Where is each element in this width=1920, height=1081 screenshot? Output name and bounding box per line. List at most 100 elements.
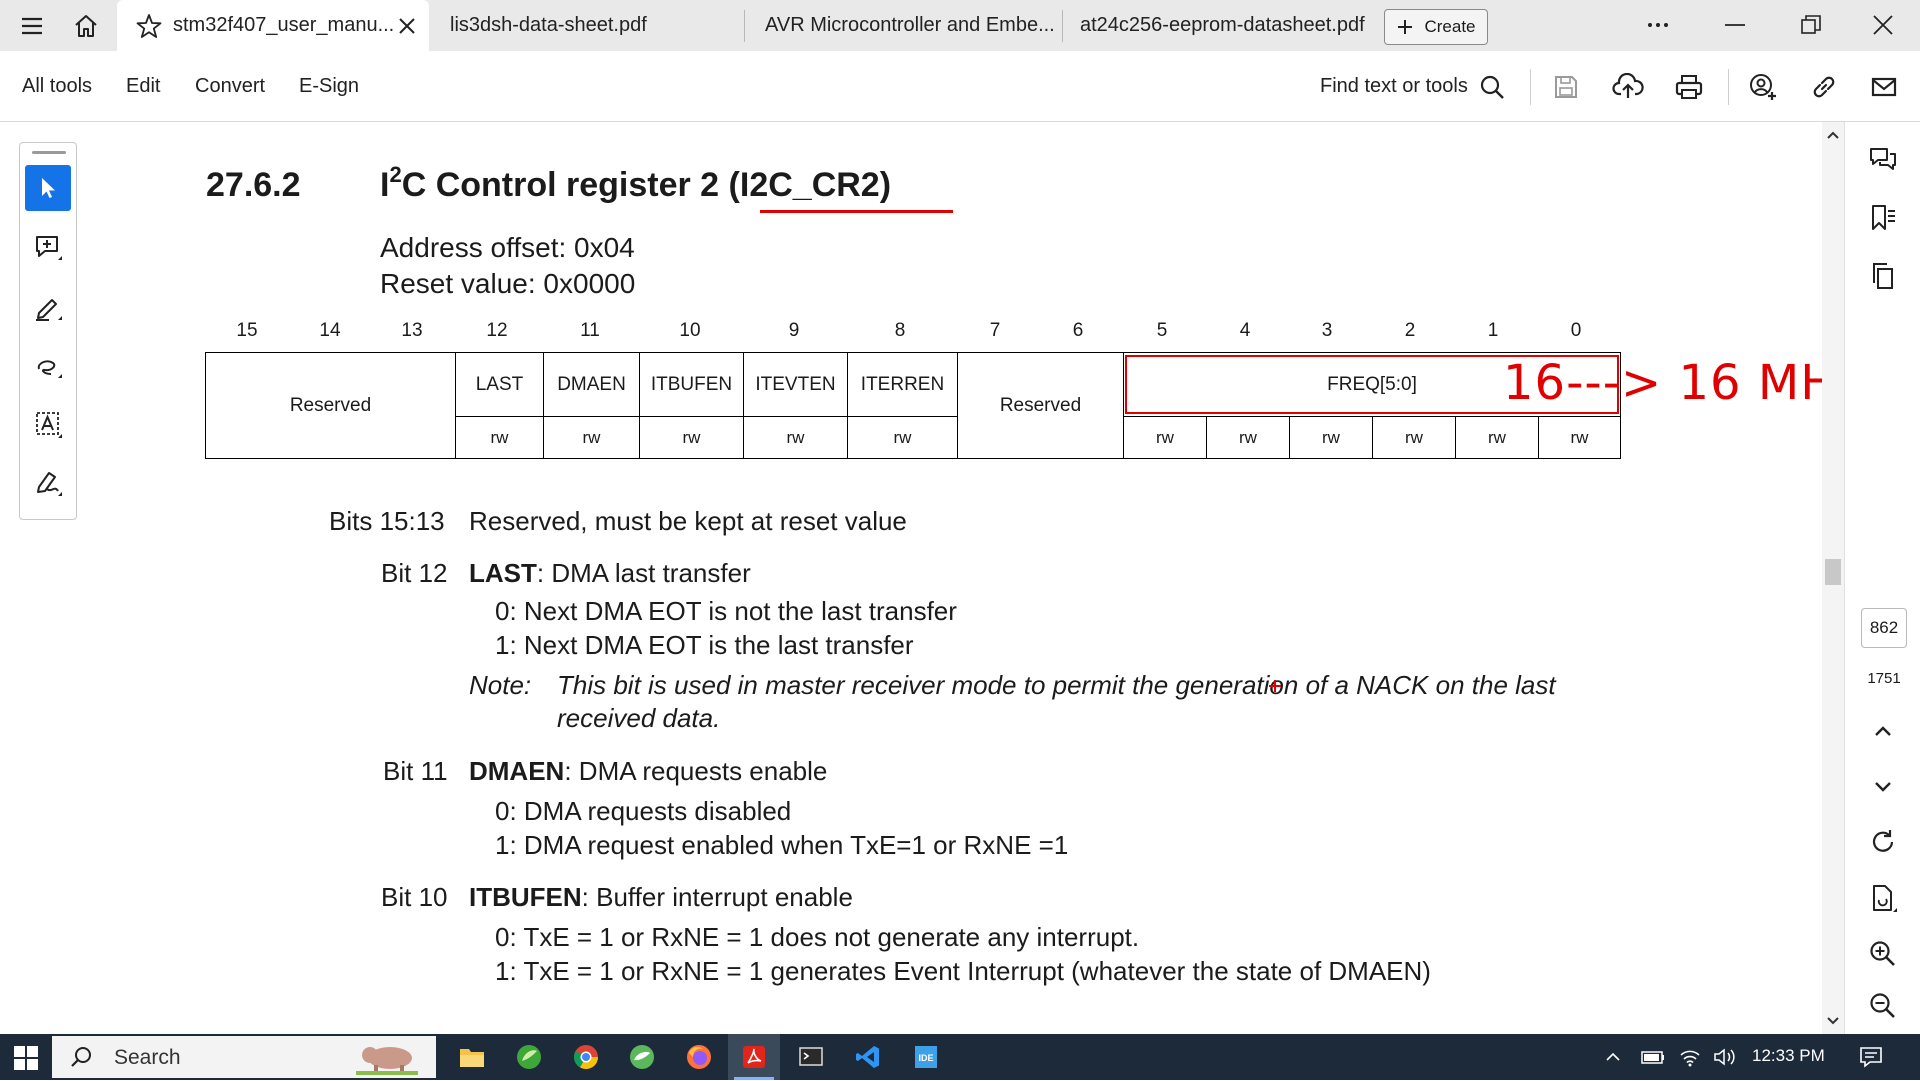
star-icon[interactable] bbox=[135, 12, 163, 40]
bit-number: 2 bbox=[1404, 320, 1416, 341]
tab-stm32f407-user-manual[interactable]: stm32f407_user_manu... bbox=[117, 0, 429, 51]
tab-label: AVR Microcontroller and Embe... bbox=[765, 14, 1055, 36]
app-green-swirl-icon[interactable] bbox=[626, 1041, 658, 1073]
bit11-heading: DMAEN: DMA requests enable bbox=[469, 756, 827, 787]
tab-divider bbox=[1062, 10, 1063, 42]
current-page-box[interactable]: 862 bbox=[1861, 608, 1907, 648]
tab-label: lis3dsh-data-sheet.pdf bbox=[450, 14, 647, 36]
close-tab-icon[interactable] bbox=[397, 16, 417, 36]
next-page-icon[interactable] bbox=[1865, 768, 1901, 804]
battery-icon[interactable] bbox=[1640, 1046, 1666, 1068]
home-icon[interactable] bbox=[72, 12, 100, 40]
search-icon[interactable] bbox=[1474, 69, 1510, 105]
menu-convert[interactable]: Convert bbox=[195, 75, 265, 98]
comments-panel-icon[interactable] bbox=[1865, 142, 1901, 178]
acrobat-reader-icon[interactable] bbox=[738, 1041, 770, 1073]
zoom-out-icon[interactable] bbox=[1865, 988, 1901, 1024]
previous-page-icon[interactable] bbox=[1865, 714, 1901, 750]
bit12-heading: LAST: DMA last transfer bbox=[469, 558, 751, 589]
section-number: 27.6.2 bbox=[206, 166, 301, 204]
document-viewport[interactable]: 27.6.2 I2C Control register 2 (I2C_CR2) … bbox=[0, 122, 1822, 1034]
sign-tool-button[interactable] bbox=[25, 459, 71, 505]
highlight-tool-button[interactable] bbox=[25, 285, 71, 331]
bit-number: 10 bbox=[679, 320, 701, 341]
share-user-icon[interactable] bbox=[1745, 69, 1781, 105]
access-rw: rw bbox=[1289, 416, 1373, 459]
cursor-arrow-icon bbox=[42, 178, 55, 198]
create-button[interactable]: Create bbox=[1384, 9, 1488, 45]
tab-at24c256-eeprom[interactable]: at24c256-eeprom-datasheet.pdf bbox=[1080, 0, 1370, 51]
chrome-icon[interactable] bbox=[570, 1041, 602, 1073]
taskbar-search-box[interactable]: Search bbox=[52, 1036, 436, 1078]
add-comment-tool-button[interactable] bbox=[25, 225, 71, 271]
scroll-down-icon[interactable] bbox=[1826, 1014, 1840, 1026]
freehand-draw-icon bbox=[37, 360, 62, 378]
notifications-icon[interactable] bbox=[1858, 1044, 1884, 1070]
tab-avr-microcontroller[interactable]: AVR Microcontroller and Embe... bbox=[765, 0, 1065, 51]
scroll-up-icon[interactable] bbox=[1826, 128, 1840, 140]
vertical-scrollbar[interactable] bbox=[1822, 122, 1844, 1034]
comment-plus-icon bbox=[36, 236, 62, 260]
title-register-code: (I2C_CR2) bbox=[728, 166, 892, 204]
bit12-name: LAST bbox=[469, 558, 537, 588]
restore-icon[interactable] bbox=[1798, 12, 1824, 38]
access-rw: rw bbox=[1123, 416, 1207, 459]
create-label: Create bbox=[1424, 17, 1476, 36]
minimize-icon[interactable] bbox=[1722, 12, 1748, 38]
page-tools-icon[interactable] bbox=[1865, 880, 1901, 916]
field-reserved-low: Reserved bbox=[957, 352, 1124, 459]
app-green-leaf-icon[interactable] bbox=[513, 1041, 545, 1073]
access-rw: rw bbox=[1372, 416, 1456, 459]
crosshair-cursor-icon bbox=[1269, 679, 1281, 692]
tab-label: stm32f407_user_manu... bbox=[173, 14, 395, 36]
bit-number: 12 bbox=[486, 320, 508, 341]
cloud-upload-icon[interactable] bbox=[1610, 69, 1646, 105]
hamburger-menu-icon[interactable] bbox=[18, 13, 46, 39]
wifi-icon[interactable] bbox=[1678, 1046, 1702, 1068]
tab-lis3dsh-datasheet[interactable]: lis3dsh-data-sheet.pdf bbox=[450, 0, 740, 51]
zoom-in-icon[interactable] bbox=[1865, 936, 1901, 972]
menu-all-tools[interactable]: All tools bbox=[22, 75, 92, 98]
svg-text:IDE: IDE bbox=[918, 1053, 933, 1063]
windows-start-icon[interactable] bbox=[12, 1044, 40, 1072]
menu-esign[interactable]: E-Sign bbox=[299, 75, 359, 98]
link-icon[interactable] bbox=[1806, 69, 1842, 105]
volume-icon[interactable] bbox=[1712, 1046, 1738, 1068]
firefox-icon[interactable] bbox=[683, 1041, 715, 1073]
current-page-number: 862 bbox=[1869, 618, 1899, 637]
stm32cube-ide-icon[interactable]: IDE bbox=[910, 1041, 942, 1073]
scroll-thumb[interactable] bbox=[1825, 559, 1841, 585]
menu-edit[interactable]: Edit bbox=[126, 75, 160, 98]
file-explorer-icon[interactable] bbox=[456, 1041, 488, 1073]
bit12-label: Bit 12 bbox=[381, 558, 448, 588]
title-sup: 2 bbox=[389, 162, 402, 187]
email-icon[interactable] bbox=[1866, 69, 1902, 105]
tab-bar: stm32f407_user_manu... lis3dsh-data-shee… bbox=[0, 0, 1920, 51]
toolbar-divider bbox=[1728, 69, 1729, 105]
access-rw: rw bbox=[639, 416, 744, 459]
select-tool-button[interactable] bbox=[25, 165, 71, 211]
bookmarks-panel-icon[interactable] bbox=[1865, 200, 1901, 236]
clock-time[interactable]: 12:33 PM bbox=[1752, 1046, 1825, 1066]
pages-panel-icon[interactable] bbox=[1865, 258, 1901, 294]
save-icon[interactable] bbox=[1548, 69, 1584, 105]
show-hidden-icons-icon[interactable] bbox=[1604, 1048, 1622, 1066]
rotate-icon[interactable] bbox=[1865, 824, 1901, 860]
right-side-panel: 862 1751 bbox=[1844, 122, 1920, 1034]
more-options-icon[interactable] bbox=[1643, 12, 1673, 38]
panel-drag-handle[interactable] bbox=[32, 151, 66, 154]
reset-value: Reset value: 0x0000 bbox=[380, 268, 636, 299]
taskbar-search-label: Search bbox=[114, 1046, 181, 1069]
print-icon[interactable] bbox=[1671, 69, 1707, 105]
bit-number: 0 bbox=[1570, 320, 1582, 341]
draw-tool-button[interactable] bbox=[25, 343, 71, 389]
text-box-tool-button[interactable] bbox=[25, 401, 71, 447]
terminal-app-icon[interactable] bbox=[795, 1041, 827, 1073]
field-iterren: ITERREN bbox=[847, 352, 958, 417]
find-text-or-tools[interactable]: Find text or tools bbox=[1320, 75, 1468, 98]
vscode-icon[interactable] bbox=[852, 1041, 884, 1073]
bit-number: 15 bbox=[236, 320, 258, 341]
access-rw: rw bbox=[455, 416, 544, 459]
bit11-label: Bit 11 bbox=[383, 756, 448, 786]
close-window-icon[interactable] bbox=[1870, 12, 1896, 38]
